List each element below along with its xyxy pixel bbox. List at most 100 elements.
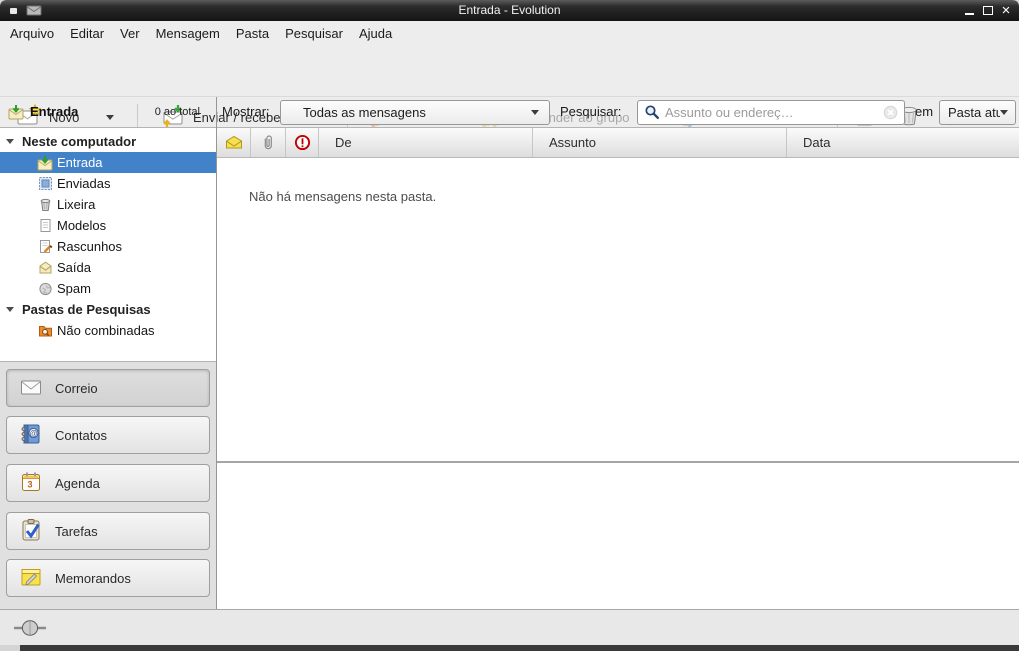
sent-icon (37, 176, 53, 192)
shell-button-label: Contatos (55, 428, 107, 443)
folder-saida[interactable]: Saída (0, 257, 216, 278)
show-label: Mostrar: (222, 97, 270, 127)
spam-folder-icon (37, 281, 53, 297)
folder-label: Modelos (57, 218, 106, 233)
chevron-down-icon (1000, 110, 1008, 115)
message-list-header: De Assunto Data (217, 128, 1019, 158)
mail-icon (19, 375, 43, 402)
message-count: 0 ao total (95, 97, 200, 127)
inbox-icon (8, 104, 24, 123)
shell-button-contatos[interactable]: @ Contatos (6, 416, 210, 454)
bottom-edge (0, 645, 1019, 651)
inbox-icon (37, 155, 53, 171)
shell-button-agenda[interactable]: 3 Agenda (6, 464, 210, 502)
folder-lixeira[interactable]: Lixeira (0, 194, 216, 215)
clear-icon[interactable] (883, 105, 898, 120)
search-input[interactable] (665, 105, 878, 120)
shell-button-label: Tarefas (55, 524, 98, 539)
column-read-status[interactable] (217, 128, 251, 157)
contacts-icon: @ (19, 422, 43, 449)
folder-label: Enviadas (57, 176, 110, 191)
tree-group-neste-computador[interactable]: Neste computador (0, 131, 216, 152)
folder-spam[interactable]: Spam (0, 278, 216, 299)
folder-rascunhos[interactable]: Rascunhos (0, 236, 216, 257)
calendar-icon: 3 (19, 470, 43, 497)
menu-ajuda[interactable]: Ajuda (351, 21, 400, 47)
empty-folder-message: Não há mensagens nesta pasta. (249, 189, 436, 204)
drafts-icon (37, 239, 53, 255)
folder-label: Saída (57, 260, 91, 275)
column-label: Data (803, 135, 830, 150)
maximize-button[interactable] (979, 0, 997, 20)
tree-group-label: Neste computador (22, 134, 136, 149)
svg-text:3: 3 (27, 479, 32, 489)
folder-label: Spam (57, 281, 91, 296)
priority-icon (294, 134, 311, 151)
close-button[interactable]: × (997, 0, 1015, 20)
minimize-icon (965, 13, 974, 15)
column-data[interactable]: Data (787, 128, 1019, 157)
shell-button-tarefas[interactable]: Tarefas (6, 512, 210, 550)
search-box (637, 100, 905, 125)
folder-label: Entrada (57, 155, 103, 170)
close-icon: × (1002, 3, 1011, 18)
search-in-label: em (915, 97, 933, 127)
menu-pasta[interactable]: Pasta (228, 21, 277, 47)
tree-group-pastas-de-pesquisas[interactable]: Pastas de Pesquisas (0, 299, 216, 320)
titlebar[interactable]: Entrada - Evolution × (0, 0, 1019, 21)
show-filter-value: Todas as mensagens (303, 105, 531, 120)
read-status-icon (225, 135, 243, 150)
tasks-icon (19, 518, 43, 545)
shell-button-label: Memorandos (55, 571, 131, 586)
search-scope-value: Pasta atual (948, 105, 1000, 120)
folder-modelos[interactable]: Modelos (0, 215, 216, 236)
shell-button-memorandos[interactable]: Memorandos (6, 559, 210, 597)
folder-nao-combinadas[interactable]: Não combinadas (0, 320, 216, 341)
preview-splitter[interactable] (217, 461, 1019, 463)
menu-mensagem[interactable]: Mensagem (148, 21, 228, 47)
expander-icon[interactable] (6, 307, 14, 312)
expander-icon[interactable] (6, 139, 14, 144)
menu-editar[interactable]: Editar (62, 21, 112, 47)
column-attachment[interactable] (251, 128, 286, 157)
folder-tree: Neste computador Entrada Enviadas Lixeir… (0, 128, 216, 361)
menu-arquivo[interactable]: Arquivo (2, 21, 62, 47)
statusbar (0, 609, 1019, 645)
templates-icon (37, 218, 53, 234)
show-filter-combo[interactable]: Todas as mensagens (280, 100, 550, 125)
tree-group-label: Pastas de Pesquisas (22, 302, 151, 317)
shell-switcher: Correio @ Contatos 3 Agenda Tarefas Memo… (0, 361, 216, 609)
folder-label: Não combinadas (57, 323, 155, 338)
sidebar-splitter[interactable] (216, 97, 217, 609)
search-folder-icon (37, 323, 53, 339)
search-icon (644, 104, 660, 120)
menu-pesquisar[interactable]: Pesquisar (277, 21, 351, 47)
memos-icon (19, 565, 43, 592)
search-scope-combo[interactable]: Pasta atual (939, 100, 1016, 125)
folder-label: Lixeira (57, 197, 95, 212)
window-title: Entrada - Evolution (0, 0, 1019, 21)
trash-folder-icon (37, 197, 53, 213)
menubar: Arquivo Editar Ver Mensagem Pasta Pesqui… (0, 21, 1019, 47)
message-list-pane: De Assunto Data Não há mensagens nesta p… (217, 128, 1019, 609)
online-status-icon[interactable] (12, 619, 48, 640)
folder-label: Rascunhos (57, 239, 122, 254)
shell-button-label: Agenda (55, 476, 100, 491)
toolbar: Novo Enviar / receber Responder Responde… (0, 47, 1019, 97)
evolution-window: Entrada - Evolution × Arquivo Editar Ver… (0, 0, 1019, 651)
column-label: Assunto (549, 135, 596, 150)
attachment-icon (261, 134, 275, 151)
shell-button-correio[interactable]: Correio (6, 369, 210, 407)
minimize-button[interactable] (960, 0, 978, 20)
folder-headerbar: Entrada 0 ao total Mostrar: Todas as men… (0, 97, 1019, 128)
chevron-down-icon (531, 110, 539, 115)
maximize-icon (983, 6, 993, 15)
column-de[interactable]: De (319, 128, 533, 157)
column-priority[interactable] (286, 128, 319, 157)
column-assunto[interactable]: Assunto (533, 128, 787, 157)
outbox-icon (37, 260, 53, 276)
folder-enviadas[interactable]: Enviadas (0, 173, 216, 194)
folder-entrada[interactable]: Entrada (0, 152, 216, 173)
menu-ver[interactable]: Ver (112, 21, 148, 47)
column-label: De (335, 135, 352, 150)
